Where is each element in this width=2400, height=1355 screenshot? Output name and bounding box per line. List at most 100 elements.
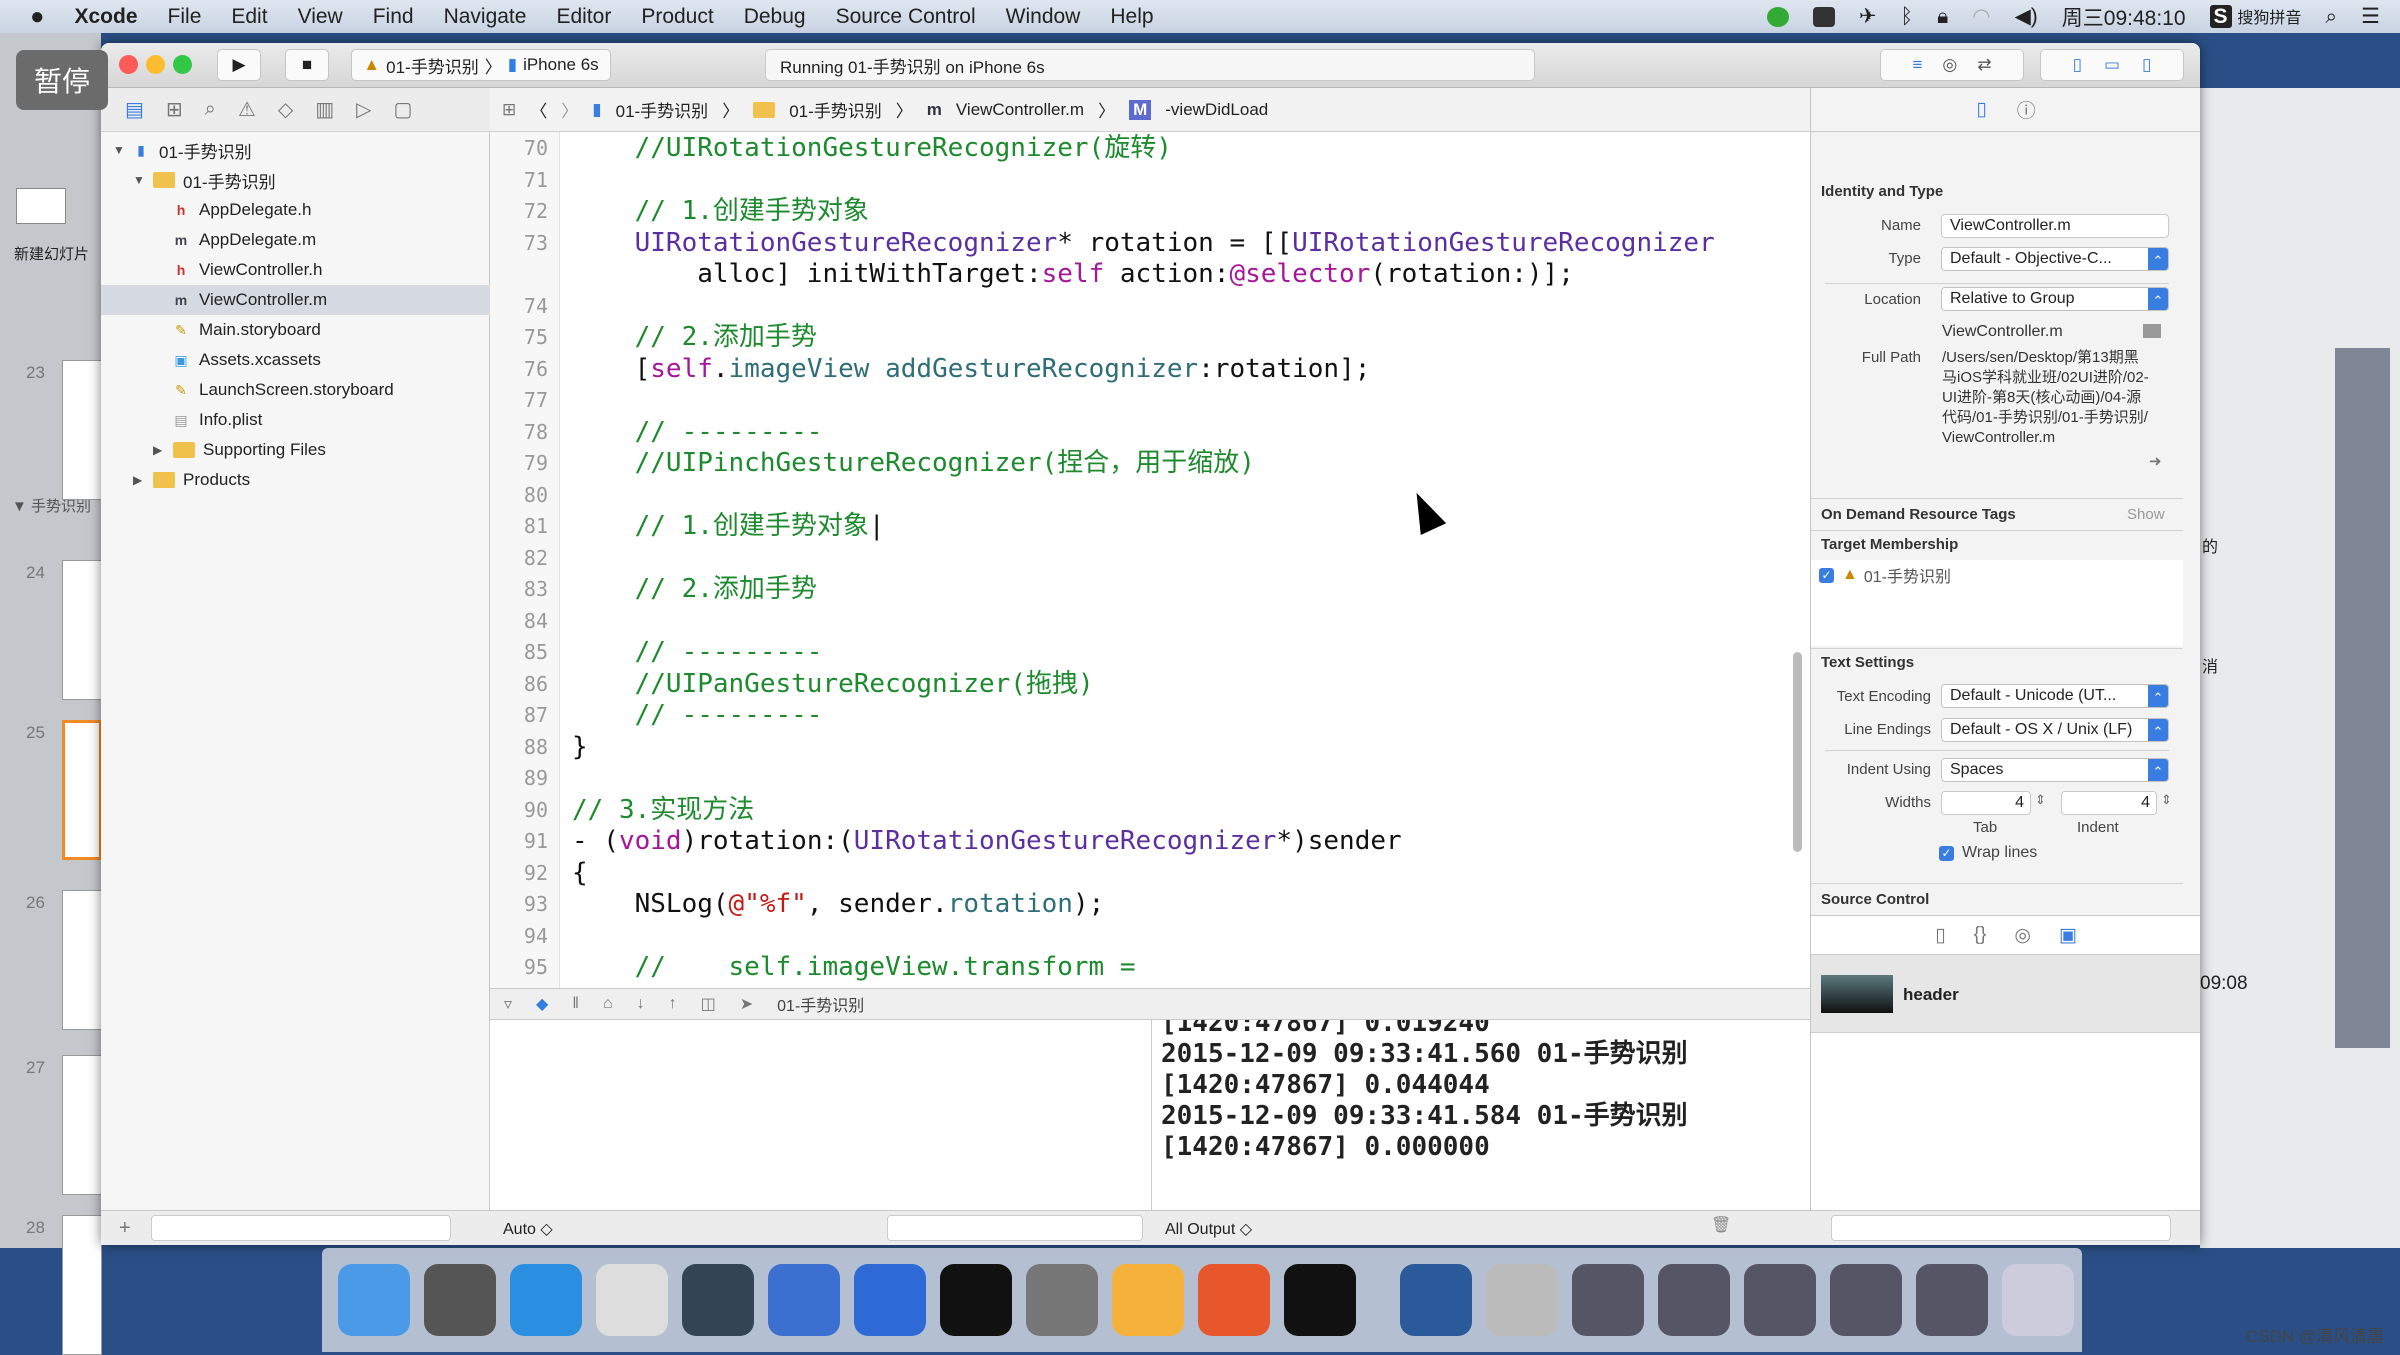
xcode-icon[interactable] (768, 1264, 840, 1336)
imovie-icon[interactable] (682, 1264, 754, 1336)
view-debugger-icon[interactable]: ◫ (701, 994, 716, 1014)
disclosure-open-icon[interactable]: ▼ (113, 143, 127, 157)
clock[interactable]: 周三09:48:10 (2062, 2, 2186, 32)
mouse-icon[interactable] (596, 1264, 668, 1336)
launchpad-icon[interactable] (424, 1264, 496, 1336)
output-selector[interactable]: All Output ◇ (1165, 1219, 1252, 1239)
scheme-selector[interactable]: ▲ 01-手势识别〉 ▮ iPhone 6s (351, 49, 611, 81)
finder-icon[interactable] (338, 1264, 410, 1336)
navigator-item[interactable]: ▶ Products (101, 465, 490, 495)
sketch-icon[interactable] (1112, 1264, 1184, 1336)
library-filter-input[interactable] (1831, 1215, 2171, 1241)
target-membership-item[interactable]: ✓ ▲ 01-手势识别 (1819, 563, 1951, 587)
preview-icon[interactable] (1486, 1264, 1558, 1336)
menu-file[interactable]: File (168, 5, 202, 29)
navigator-item[interactable]: ▤ Info.plist (101, 405, 490, 435)
test-navigator-icon[interactable]: ◇ (278, 97, 293, 122)
tab-width-field[interactable]: 4 (1941, 791, 2031, 815)
navigator-item[interactable]: ✎ LaunchScreen.storyboard (101, 375, 490, 405)
disclosure-closed-icon[interactable]: ▶ (153, 443, 167, 457)
standard-editor-icon[interactable]: ≡ (1912, 55, 1922, 75)
slide-thumbnail[interactable] (62, 560, 102, 700)
camera-icon[interactable] (1812, 6, 1835, 27)
assistant-editor-icon[interactable]: ◎ (1942, 55, 1957, 75)
line-endings-popup[interactable]: Default - OS X / Unix (LF) (1941, 718, 2169, 742)
step-out-icon[interactable]: ↑ (669, 995, 677, 1013)
tab-width-stepper[interactable]: ⇕ (2035, 792, 2046, 808)
navigator-toggle-icon[interactable]: ▯ (2073, 55, 2082, 75)
slide-thumbnail[interactable] (62, 1215, 102, 1355)
navigator-item[interactable]: ✎ Main.storyboard (101, 315, 490, 345)
menu-source-control[interactable]: Source Control (836, 5, 976, 29)
navigator-item[interactable]: ▶ Supporting Files (101, 435, 490, 465)
menu-window[interactable]: Window (1006, 5, 1081, 29)
lock-icon[interactable]: 🔒︎ (1937, 5, 1948, 29)
folder-icon[interactable] (2143, 324, 2161, 338)
file-inspector-icon[interactable]: ▯ (1976, 98, 1986, 121)
breakpoints-toggle-icon[interactable]: ◆ (536, 994, 548, 1014)
stop-button[interactable]: ■ (285, 49, 329, 81)
menu-xcode[interactable]: Xcode (75, 5, 138, 29)
notification-center-icon[interactable]: ☰ (2361, 4, 2380, 29)
navigator-item[interactable]: h ViewController.h (101, 255, 490, 285)
menu-debug[interactable]: Debug (744, 5, 806, 29)
reveal-arrow-icon[interactable]: ➜ (2149, 452, 2162, 470)
menu-editor[interactable]: Editor (556, 5, 611, 29)
library-item[interactable]: header (1811, 955, 2200, 1033)
file-template-library-icon[interactable]: ▯ (1935, 924, 1945, 947)
debug-target[interactable]: 01-手势识别 (777, 992, 864, 1016)
related-items-icon[interactable]: ⊞ (502, 100, 516, 120)
find-navigator-icon[interactable]: ⌕ (205, 98, 216, 121)
checkbox[interactable]: ✓ (1819, 567, 1834, 583)
navigator-item[interactable]: m AppDelegate.m (101, 225, 490, 255)
screenshot-icon[interactable] (1830, 1264, 1902, 1336)
safari-icon[interactable] (510, 1264, 582, 1336)
pause-icon[interactable]: ‖ (572, 995, 579, 1013)
wrap-lines-checkbox[interactable]: ✓ Wrap lines (1939, 844, 2037, 862)
screenshot-icon[interactable] (1572, 1264, 1644, 1336)
slide-thumbnail[interactable] (62, 360, 102, 500)
object-library-icon[interactable]: ◎ (2014, 924, 2031, 947)
pause-badge[interactable]: 暂停 (16, 50, 108, 110)
hide-debug-area-icon[interactable]: ▿ (504, 994, 512, 1014)
forward-button[interactable]: 〉 (561, 97, 578, 122)
powerpoint-icon[interactable] (1198, 1264, 1270, 1336)
slide-thumbnail[interactable] (62, 1055, 102, 1195)
screenshot-icon[interactable] (1744, 1264, 1816, 1336)
breakpoint-navigator-icon[interactable]: ▷ (356, 97, 371, 122)
indent-using-popup[interactable]: Spaces (1941, 758, 2169, 782)
menu-edit[interactable]: Edit (231, 5, 267, 29)
navigator-item[interactable]: ▣ Assets.xcassets (101, 345, 490, 375)
exec-icon[interactable] (1284, 1264, 1356, 1336)
debug-area-toggle-icon[interactable]: ▭ (2104, 55, 2120, 75)
quick-help-icon[interactable]: ⓘ (2017, 96, 2036, 123)
navigator-item[interactable]: h AppDelegate.h (101, 195, 490, 225)
spotlight-icon[interactable]: ⌕ (2325, 5, 2337, 29)
location-icon[interactable]: ➤ (740, 994, 753, 1014)
media-library-icon[interactable]: ▣ (2059, 924, 2077, 947)
menu-product[interactable]: Product (641, 5, 713, 29)
system-preferences-icon[interactable] (1026, 1264, 1098, 1336)
wifi-icon[interactable]: ◠ (1972, 4, 1990, 29)
instruments-icon[interactable] (854, 1264, 926, 1336)
navigator-filter-input[interactable] (151, 1215, 451, 1241)
console-output[interactable]: [1420:47867] 0.019240 2015-12-09 09:33:41… (1152, 1020, 1810, 1210)
volume-icon[interactable]: ◀) (2015, 4, 2038, 29)
minimize-button[interactable] (146, 55, 165, 74)
menu-help[interactable]: Help (1110, 5, 1153, 29)
report-navigator-icon[interactable]: ▢ (394, 97, 413, 122)
breadcrumb-item[interactable]: ViewController.m (956, 100, 1084, 120)
breadcrumb-item[interactable]: 01-手势识别 (616, 97, 709, 122)
name-field[interactable]: ViewController.m (1941, 214, 2169, 238)
screenshot-icon[interactable] (1916, 1264, 1988, 1336)
editor-scrollbar[interactable] (1793, 652, 1802, 852)
airplane-icon[interactable]: ✈ (1859, 4, 1877, 29)
code-snippet-library-icon[interactable]: {} (1974, 924, 1987, 946)
text-encoding-popup[interactable]: Default - Unicode (UT... (1941, 684, 2169, 708)
new-slide-icon[interactable] (16, 188, 66, 224)
breadcrumb-item[interactable]: 01-手势识别 (789, 97, 882, 122)
type-popup[interactable]: Default - Objective-C... (1941, 247, 2169, 271)
navigator-item[interactable]: m ViewController.m (101, 285, 490, 315)
menu-find[interactable]: Find (373, 5, 414, 29)
source-editor[interactable]: 70 71 72 73 74 75 76 77 78 79 80 81 82 83 84 85 86 87 88 89… (490, 132, 1810, 1031)
